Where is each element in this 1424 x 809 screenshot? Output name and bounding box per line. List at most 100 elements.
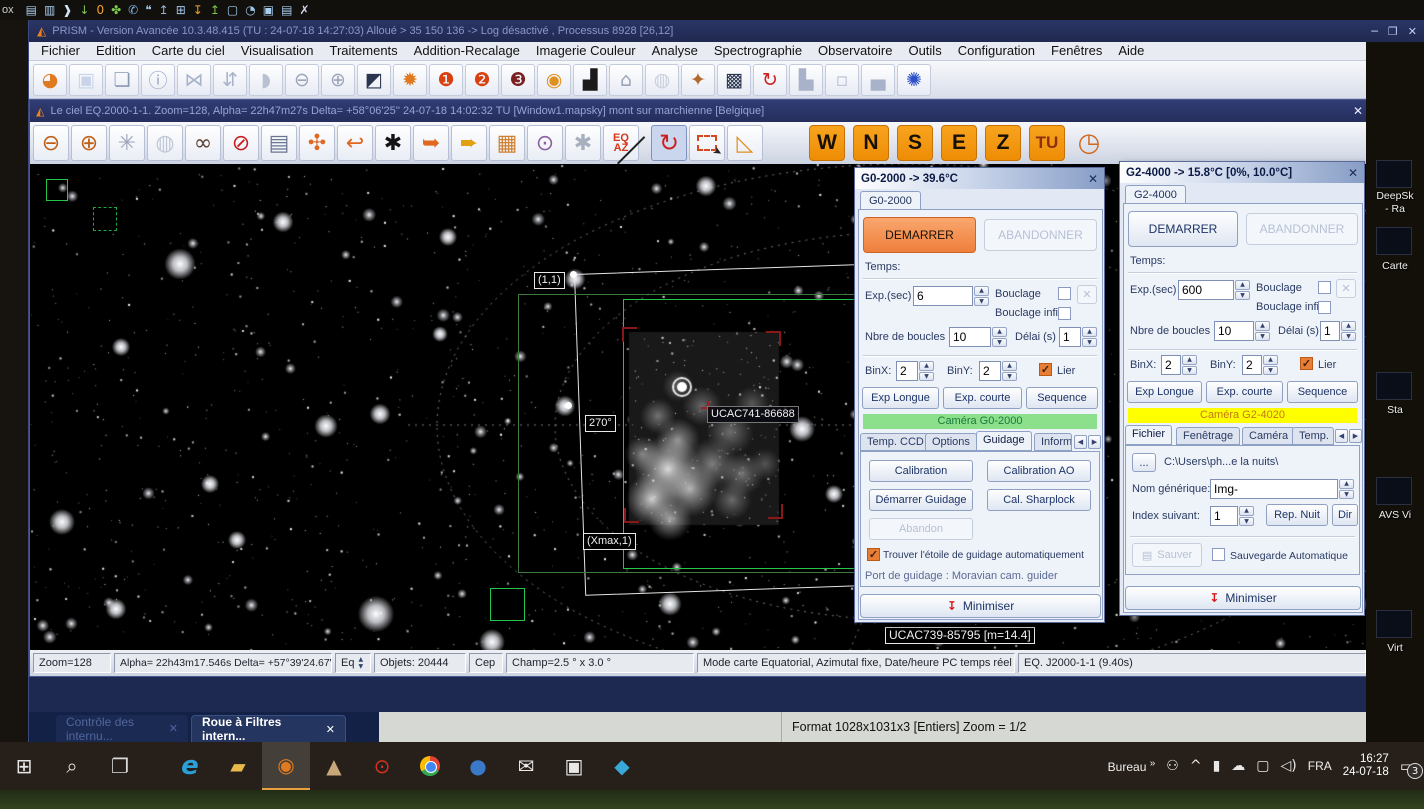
- rotate-red-icon[interactable]: ↻: [753, 64, 787, 96]
- edge-icon[interactable]: e: [166, 742, 214, 790]
- g0-loop-inf-checkbox[interactable]: [1058, 307, 1071, 320]
- close-button[interactable]: ✕: [1408, 25, 1417, 38]
- g0-nloops-input[interactable]: [949, 327, 991, 347]
- flip-icon[interactable]: ⇵: [213, 64, 247, 96]
- network-icon[interactable]: ▢: [1256, 758, 1269, 774]
- g2-exp-input[interactable]: [1178, 280, 1234, 300]
- forbid-icon[interactable]: ⊘: [223, 125, 259, 161]
- g2-generic-input[interactable]: [1210, 479, 1338, 499]
- store-icon[interactable]: ▲: [310, 742, 358, 790]
- explorer-icon[interactable]: ▰: [214, 742, 262, 790]
- celestial-sphere-icon[interactable]: ◍: [147, 125, 183, 161]
- chevron-up-icon[interactable]: ^: [1190, 758, 1202, 774]
- g2-loop-checkbox[interactable]: [1318, 281, 1331, 294]
- upload-icon[interactable]: ↥: [159, 2, 169, 18]
- binoculars-icon[interactable]: ∞: [185, 125, 221, 161]
- g0-start-button[interactable]: DEMARRER: [863, 217, 976, 253]
- g2-tab[interactable]: G2-4000: [1125, 185, 1186, 204]
- filter-wheel-icon[interactable]: ◉: [537, 64, 571, 96]
- language-indicator[interactable]: FRA: [1308, 759, 1332, 773]
- g2-start-button[interactable]: DEMARRER: [1128, 211, 1238, 247]
- menu-spectrographie[interactable]: Spectrographie: [706, 42, 810, 60]
- g2-browse-button[interactable]: ...: [1132, 453, 1156, 472]
- prism-title-bar[interactable]: ◭ PRISM - Version Avancée 10.3.48.415 (T…: [29, 20, 1424, 42]
- g2-title-bar[interactable]: G2-4000 -> 15.8°C [0%, 10.0°C] ✕: [1120, 162, 1364, 183]
- menu-aide[interactable]: Aide: [1110, 42, 1152, 60]
- g0-tab-informa[interactable]: Informa: [1034, 433, 1072, 451]
- g2-tab-scroll-right[interactable]: ▶: [1349, 429, 1362, 443]
- zoom-out-gray-icon[interactable]: ⊖: [285, 64, 319, 96]
- save-app-icon[interactable]: ▣: [550, 742, 598, 790]
- search-button[interactable]: ⌕: [48, 742, 96, 790]
- battery-icon[interactable]: ▮: [1213, 758, 1221, 774]
- half-sphere-icon[interactable]: ◗: [249, 64, 283, 96]
- display-options-icon[interactable]: ⊙: [527, 125, 563, 161]
- upload-green-icon[interactable]: ↥: [210, 2, 220, 18]
- compass-button-z[interactable]: Z: [985, 125, 1021, 161]
- disk-icon[interactable]: ◔: [245, 2, 255, 18]
- start-button[interactable]: ⊞: [0, 742, 48, 790]
- eq-spinner[interactable]: ▲▼: [358, 656, 363, 670]
- task-view-button[interactable]: ❐: [96, 742, 144, 790]
- g0-biny-spinner[interactable]: ▲▼: [1002, 361, 1017, 381]
- g2-tab-fichier[interactable]: Fichier: [1125, 425, 1172, 445]
- g0-binx-input[interactable]: [896, 361, 918, 381]
- frame-icon[interactable]: ▢: [227, 2, 238, 18]
- g2-nloops-input[interactable]: [1214, 321, 1254, 341]
- g0-sequence-button[interactable]: Sequence: [1026, 387, 1098, 409]
- desktop-icon[interactable]: [1376, 610, 1412, 638]
- compass-button-s[interactable]: S: [897, 125, 933, 161]
- g2-index-input[interactable]: [1210, 506, 1238, 526]
- menu-visualisation[interactable]: Visualisation: [233, 42, 322, 60]
- close-icon[interactable]: ✕: [326, 723, 335, 736]
- box-icon[interactable]: ▣: [263, 2, 274, 18]
- g0-close-icon[interactable]: ✕: [1088, 172, 1098, 186]
- g2-generic-spinner[interactable]: ▲▼: [1339, 479, 1354, 499]
- g2-loop-stop-button[interactable]: ✕: [1336, 279, 1356, 298]
- down-arrow-icon[interactable]: ↓: [79, 2, 89, 18]
- phone-icon[interactable]: ✆: [128, 2, 138, 18]
- g2-rep-nuit-button[interactable]: Rep. Nuit: [1266, 504, 1328, 526]
- g0-tab-guidage[interactable]: Guidage: [976, 431, 1032, 451]
- g2-loop-inf-checkbox[interactable]: [1318, 301, 1331, 314]
- night-image-icon[interactable]: ▩: [717, 64, 751, 96]
- dome-icon[interactable]: ⌂: [609, 64, 643, 96]
- settings-icon[interactable]: ✺: [897, 64, 931, 96]
- g2-minimize-button[interactable]: ↧ Minimiser: [1125, 586, 1361, 610]
- center-icon[interactable]: ✱: [375, 125, 411, 161]
- taskbar-clock[interactable]: 16:27 24-07-18: [1343, 753, 1389, 779]
- minimize-button[interactable]: ─: [1371, 25, 1378, 38]
- select-rect-icon[interactable]: [689, 125, 725, 161]
- set-square-icon[interactable]: ◺: [727, 125, 763, 161]
- images-icon[interactable]: ❏: [105, 64, 139, 96]
- photo-app-icon[interactable]: ◆: [598, 742, 646, 790]
- g2-save-button[interactable]: ▤ Sauver: [1132, 543, 1202, 567]
- wrench-icon[interactable]: ✦: [681, 64, 715, 96]
- g2-close-icon[interactable]: ✕: [1348, 166, 1358, 180]
- mount-icon[interactable]: ▙: [789, 64, 823, 96]
- g2-tab-scroll-left[interactable]: ◀: [1335, 429, 1348, 443]
- g2-delay-spinner[interactable]: ▲▼: [1341, 321, 1356, 341]
- g0-exp-short-button[interactable]: Exp. courte: [943, 387, 1022, 409]
- mail-icon[interactable]: ✉: [502, 742, 550, 790]
- chart-close-icon[interactable]: ✕: [1353, 104, 1363, 118]
- compass-button-n[interactable]: N: [853, 125, 889, 161]
- notification-center-button[interactable]: ▭ 3: [1400, 757, 1414, 775]
- desktop-icon[interactable]: [1376, 477, 1412, 505]
- dock-tab-controle[interactable]: Contrôle des internu... ✕: [56, 715, 188, 742]
- g2-dir-button[interactable]: Dir: [1332, 504, 1358, 526]
- zoom-in-icon[interactable]: ⊕: [71, 125, 107, 161]
- g0-link-checkbox[interactable]: ✓: [1039, 363, 1052, 376]
- camera-2-icon[interactable]: ❷: [465, 64, 499, 96]
- window2-icon[interactable]: ▥: [44, 2, 55, 18]
- g0-start-guiding-button[interactable]: Démarrer Guidage: [869, 489, 973, 511]
- g0-tab-scroll-right[interactable]: ▶: [1088, 435, 1101, 449]
- menu-configuration[interactable]: Configuration: [950, 42, 1043, 60]
- info-icon[interactable]: ⓘ: [141, 64, 175, 96]
- g0-binx-spinner[interactable]: ▲▼: [919, 361, 934, 381]
- g0-nloops-spinner[interactable]: ▲▼: [992, 327, 1007, 347]
- menu-edition[interactable]: Edition: [88, 42, 144, 60]
- g2-sequence-button[interactable]: Sequence: [1287, 381, 1358, 403]
- rotate-field-icon[interactable]: ↻: [651, 125, 687, 161]
- g2-tab-fenetrage[interactable]: Fenêtrage: [1176, 427, 1240, 445]
